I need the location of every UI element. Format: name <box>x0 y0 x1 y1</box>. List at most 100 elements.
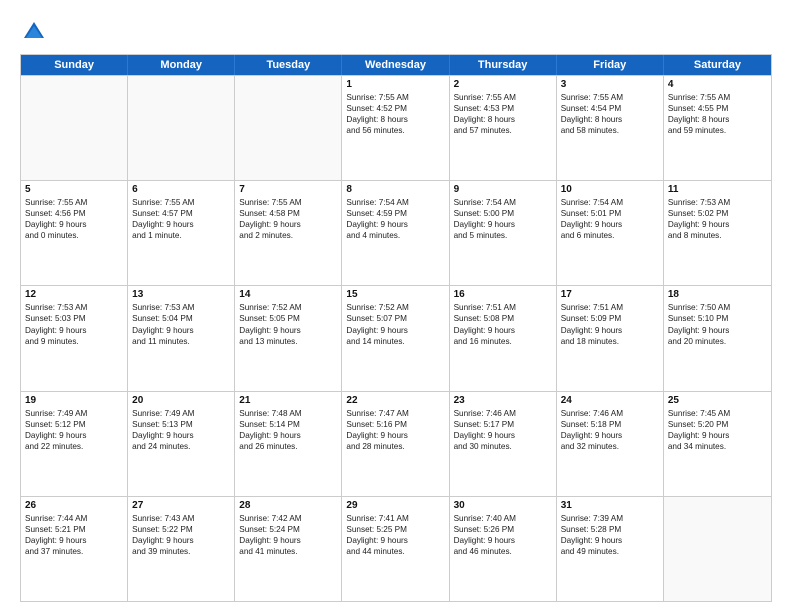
day-number-26: 26 <box>25 500 123 511</box>
day-text-2: Sunrise: 7:55 AM Sunset: 4:53 PM Dayligh… <box>454 92 552 136</box>
empty-cell-0-1 <box>128 76 235 180</box>
day-cell-24: 24 Sunrise: 7:46 AM Sunset: 5:18 PM Dayli… <box>557 392 664 496</box>
day-number-18: 18 <box>668 289 767 300</box>
day-text-8: Sunrise: 7:54 AM Sunset: 4:59 PM Dayligh… <box>346 197 444 241</box>
day-text-19: Sunrise: 7:49 AM Sunset: 5:12 PM Dayligh… <box>25 408 123 452</box>
day-cell-26: 26Sunrise: 7:44 AM Sunset: 5:21 PM Dayli… <box>21 497 128 601</box>
day-number-8: 8 <box>346 184 444 195</box>
day-number-6: 6 <box>132 184 230 195</box>
day-cell-23: 23 Sunrise: 7:46 AM Sunset: 5:17 PM Dayli… <box>450 392 557 496</box>
day-cell-17: 17 Sunrise: 7:51 AM Sunset: 5:09 PM Dayli… <box>557 286 664 390</box>
day-cell-9: 9 Sunrise: 7:54 AM Sunset: 5:00 PM Daylig… <box>450 181 557 285</box>
day-cell-31: 31Sunrise: 7:39 AM Sunset: 5:28 PM Dayli… <box>557 497 664 601</box>
day-number-30: 30 <box>454 500 552 511</box>
day-number-23: 23 <box>454 395 552 406</box>
day-text-20: Sunrise: 7:49 AM Sunset: 5:13 PM Dayligh… <box>132 408 230 452</box>
day-text-25: Sunrise: 7:45 AM Sunset: 5:20 PM Dayligh… <box>668 408 767 452</box>
day-cell-14: 14 Sunrise: 7:52 AM Sunset: 5:05 PM Dayli… <box>235 286 342 390</box>
day-text-13: Sunrise: 7:53 AM Sunset: 5:04 PM Dayligh… <box>132 302 230 346</box>
day-number-2: 2 <box>454 79 552 90</box>
day-cell-11: 11Sunrise: 7:53 AM Sunset: 5:02 PM Dayli… <box>664 181 771 285</box>
week-row-1: 5 Sunrise: 7:55 AM Sunset: 4:56 PM Daylig… <box>21 180 771 285</box>
day-number-27: 27 <box>132 500 230 511</box>
day-number-17: 17 <box>561 289 659 300</box>
day-text-11: Sunrise: 7:53 AM Sunset: 5:02 PM Dayligh… <box>668 197 767 241</box>
day-cell-10: 10Sunrise: 7:54 AM Sunset: 5:01 PM Dayli… <box>557 181 664 285</box>
day-number-29: 29 <box>346 500 444 511</box>
day-cell-19: 19 Sunrise: 7:49 AM Sunset: 5:12 PM Dayli… <box>21 392 128 496</box>
day-cell-13: 13 Sunrise: 7:53 AM Sunset: 5:04 PM Dayli… <box>128 286 235 390</box>
day-number-13: 13 <box>132 289 230 300</box>
day-cell-6: 6 Sunrise: 7:55 AM Sunset: 4:57 PM Daylig… <box>128 181 235 285</box>
day-number-15: 15 <box>346 289 444 300</box>
day-text-29: Sunrise: 7:41 AM Sunset: 5:25 PM Dayligh… <box>346 513 444 557</box>
day-cell-29: 29 Sunrise: 7:41 AM Sunset: 5:25 PM Dayli… <box>342 497 449 601</box>
header-friday: Friday <box>557 55 664 75</box>
day-cell-4: 4Sunrise: 7:55 AM Sunset: 4:55 PM Daylig… <box>664 76 771 180</box>
day-cell-25: 25Sunrise: 7:45 AM Sunset: 5:20 PM Dayli… <box>664 392 771 496</box>
day-number-7: 7 <box>239 184 337 195</box>
day-text-5: Sunrise: 7:55 AM Sunset: 4:56 PM Dayligh… <box>25 197 123 241</box>
day-number-10: 10 <box>561 184 659 195</box>
day-text-15: Sunrise: 7:52 AM Sunset: 5:07 PM Dayligh… <box>346 302 444 346</box>
day-number-9: 9 <box>454 184 552 195</box>
header-saturday: Saturday <box>664 55 771 75</box>
day-text-27: Sunrise: 7:43 AM Sunset: 5:22 PM Dayligh… <box>132 513 230 557</box>
day-number-12: 12 <box>25 289 123 300</box>
day-text-24: Sunrise: 7:46 AM Sunset: 5:18 PM Dayligh… <box>561 408 659 452</box>
day-cell-5: 5 Sunrise: 7:55 AM Sunset: 4:56 PM Daylig… <box>21 181 128 285</box>
day-cell-16: 16Sunrise: 7:51 AM Sunset: 5:08 PM Dayli… <box>450 286 557 390</box>
day-text-21: Sunrise: 7:48 AM Sunset: 5:14 PM Dayligh… <box>239 408 337 452</box>
day-cell-27: 27 Sunrise: 7:43 AM Sunset: 5:22 PM Dayli… <box>128 497 235 601</box>
empty-cell-0-2 <box>235 76 342 180</box>
day-cell-22: 22 Sunrise: 7:47 AM Sunset: 5:16 PM Dayli… <box>342 392 449 496</box>
week-row-2: 12 Sunrise: 7:53 AM Sunset: 5:03 PM Dayli… <box>21 285 771 390</box>
day-cell-2: 2 Sunrise: 7:55 AM Sunset: 4:53 PM Daylig… <box>450 76 557 180</box>
day-number-5: 5 <box>25 184 123 195</box>
logo-icon <box>20 18 48 46</box>
day-number-22: 22 <box>346 395 444 406</box>
day-text-30: Sunrise: 7:40 AM Sunset: 5:26 PM Dayligh… <box>454 513 552 557</box>
header-wednesday: Wednesday <box>342 55 449 75</box>
page: Sunday Monday Tuesday Wednesday Thursday… <box>0 0 792 612</box>
day-number-1: 1 <box>346 79 444 90</box>
calendar-body: 1 Sunrise: 7:55 AM Sunset: 4:52 PM Daylig… <box>21 75 771 601</box>
header-thursday: Thursday <box>450 55 557 75</box>
day-number-20: 20 <box>132 395 230 406</box>
day-text-18: Sunrise: 7:50 AM Sunset: 5:10 PM Dayligh… <box>668 302 767 346</box>
day-cell-1: 1 Sunrise: 7:55 AM Sunset: 4:52 PM Daylig… <box>342 76 449 180</box>
day-cell-8: 8 Sunrise: 7:54 AM Sunset: 4:59 PM Daylig… <box>342 181 449 285</box>
day-cell-18: 18 Sunrise: 7:50 AM Sunset: 5:10 PM Dayli… <box>664 286 771 390</box>
day-cell-21: 21Sunrise: 7:48 AM Sunset: 5:14 PM Dayli… <box>235 392 342 496</box>
week-row-3: 19 Sunrise: 7:49 AM Sunset: 5:12 PM Dayli… <box>21 391 771 496</box>
day-number-19: 19 <box>25 395 123 406</box>
day-number-24: 24 <box>561 395 659 406</box>
day-text-1: Sunrise: 7:55 AM Sunset: 4:52 PM Dayligh… <box>346 92 444 136</box>
day-text-6: Sunrise: 7:55 AM Sunset: 4:57 PM Dayligh… <box>132 197 230 241</box>
week-row-4: 26Sunrise: 7:44 AM Sunset: 5:21 PM Dayli… <box>21 496 771 601</box>
day-text-28: Sunrise: 7:42 AM Sunset: 5:24 PM Dayligh… <box>239 513 337 557</box>
day-text-4: Sunrise: 7:55 AM Sunset: 4:55 PM Dayligh… <box>668 92 767 136</box>
calendar-header: Sunday Monday Tuesday Wednesday Thursday… <box>21 55 771 75</box>
day-number-14: 14 <box>239 289 337 300</box>
day-cell-15: 15 Sunrise: 7:52 AM Sunset: 5:07 PM Dayli… <box>342 286 449 390</box>
day-cell-7: 7Sunrise: 7:55 AM Sunset: 4:58 PM Daylig… <box>235 181 342 285</box>
day-text-14: Sunrise: 7:52 AM Sunset: 5:05 PM Dayligh… <box>239 302 337 346</box>
day-text-9: Sunrise: 7:54 AM Sunset: 5:00 PM Dayligh… <box>454 197 552 241</box>
day-text-22: Sunrise: 7:47 AM Sunset: 5:16 PM Dayligh… <box>346 408 444 452</box>
day-cell-30: 30 Sunrise: 7:40 AM Sunset: 5:26 PM Dayli… <box>450 497 557 601</box>
day-cell-3: 3Sunrise: 7:55 AM Sunset: 4:54 PM Daylig… <box>557 76 664 180</box>
header-sunday: Sunday <box>21 55 128 75</box>
day-text-17: Sunrise: 7:51 AM Sunset: 5:09 PM Dayligh… <box>561 302 659 346</box>
header-monday: Monday <box>128 55 235 75</box>
day-number-31: 31 <box>561 500 659 511</box>
header-tuesday: Tuesday <box>235 55 342 75</box>
day-cell-20: 20 Sunrise: 7:49 AM Sunset: 5:13 PM Dayli… <box>128 392 235 496</box>
day-number-3: 3 <box>561 79 659 90</box>
day-number-16: 16 <box>454 289 552 300</box>
logo <box>20 18 52 46</box>
week-row-0: 1 Sunrise: 7:55 AM Sunset: 4:52 PM Daylig… <box>21 75 771 180</box>
empty-cell-4-6 <box>664 497 771 601</box>
day-text-12: Sunrise: 7:53 AM Sunset: 5:03 PM Dayligh… <box>25 302 123 346</box>
day-text-23: Sunrise: 7:46 AM Sunset: 5:17 PM Dayligh… <box>454 408 552 452</box>
